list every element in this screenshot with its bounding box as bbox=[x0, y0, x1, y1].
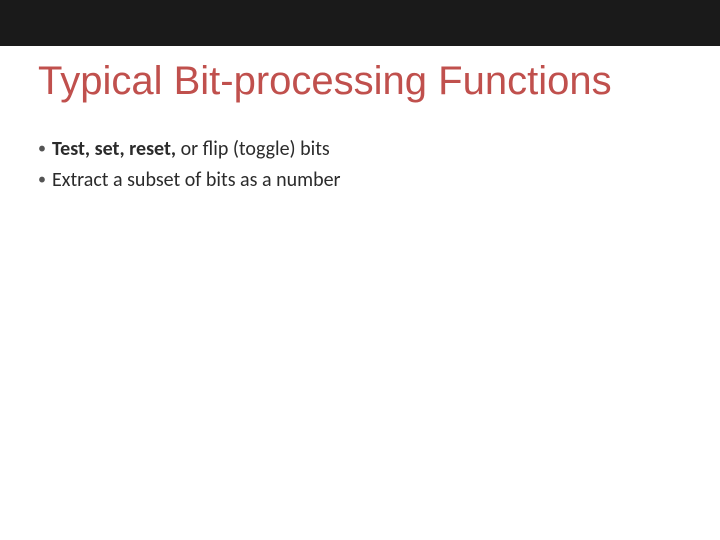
bullet-text: Extract a subset of bits as a number bbox=[52, 167, 680, 194]
bullet-rest-fragment: Extract a subset of bits as a number bbox=[52, 168, 341, 192]
slide: Typical Bit-processing Functions • Test,… bbox=[0, 0, 720, 540]
list-item: • Extract a subset of bits as a number bbox=[38, 167, 680, 194]
bullet-icon: • bbox=[38, 167, 52, 193]
bullet-list: • Test, set, reset, or flip (toggle) bit… bbox=[38, 136, 680, 198]
slide-topbar bbox=[0, 0, 720, 46]
list-item: • Test, set, reset, or flip (toggle) bit… bbox=[38, 136, 680, 163]
bullet-icon: • bbox=[38, 136, 52, 162]
bullet-rest-fragment: or flip (toggle) bits bbox=[176, 137, 330, 161]
bullet-bold-fragment: Test, set, reset, bbox=[52, 137, 176, 161]
slide-title: Typical Bit-processing Functions bbox=[38, 58, 700, 104]
bullet-text: Test, set, reset, or flip (toggle) bits bbox=[52, 136, 680, 163]
